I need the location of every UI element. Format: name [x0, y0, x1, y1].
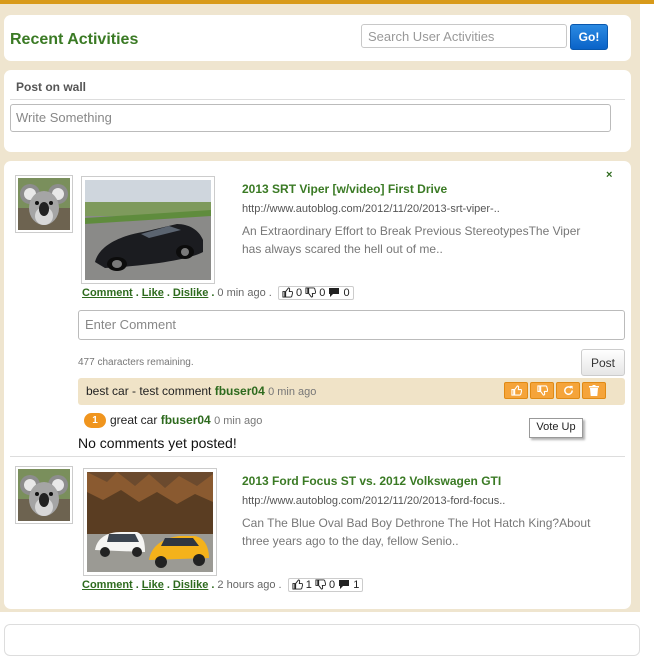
- separator: .: [211, 286, 215, 299]
- link-title[interactable]: 2013 Ford Focus ST vs. 2012 Volkswagen G…: [242, 474, 501, 488]
- thumbs-up-icon: [292, 579, 303, 590]
- comment-user-link[interactable]: fbuser04: [215, 384, 265, 398]
- vote-up-tooltip: Vote Up: [529, 418, 583, 438]
- no-comments-message: No comments yet posted!: [78, 435, 237, 451]
- separator: .: [135, 286, 139, 299]
- dislike-count: 0: [329, 579, 336, 591]
- activity-feed: × 2013 SRT Viper [w/video] First Drive h…: [4, 161, 631, 609]
- link-url[interactable]: http://www.autoblog.com/2012/11/20/2013-…: [242, 495, 505, 507]
- post-time: 2 hours ago .: [217, 578, 282, 591]
- comment-count: 1: [353, 579, 360, 591]
- post-actions: Comment. Like. Dislike. 0 min ago . 0 0 0: [82, 286, 354, 300]
- like-link[interactable]: Like: [142, 287, 164, 299]
- post-on-wall-label: Post on wall: [16, 80, 87, 94]
- comment-bubble-icon: [339, 580, 350, 589]
- thumbs-up-icon: [510, 385, 522, 396]
- search-go-button[interactable]: Go!: [570, 24, 608, 50]
- link-thumbnail[interactable]: [83, 468, 217, 576]
- post-actions: Comment. Like. Dislike. 2 hours ago . 1 0 1: [82, 578, 364, 592]
- thumbs-down-icon: [536, 385, 548, 396]
- comment-text: best car - test comment: [86, 384, 212, 398]
- dislike-count: 0: [319, 287, 326, 299]
- like-count: 0: [295, 287, 303, 299]
- thumbs-down-icon: [305, 287, 317, 298]
- page-title: Recent Activities: [10, 31, 139, 48]
- avatar[interactable]: [15, 175, 73, 233]
- thumbs-up-icon: [282, 287, 294, 298]
- comment-link[interactable]: Comment: [82, 579, 133, 591]
- comment-input[interactable]: [78, 310, 625, 340]
- post-comment-button[interactable]: Post: [581, 349, 625, 376]
- like-count: 1: [305, 579, 312, 591]
- link-url[interactable]: http://www.autoblog.com/2012/11/20/2013-…: [242, 203, 500, 215]
- link-description: Can The Blue Oval Bad Boy Dethrone The H…: [242, 516, 591, 548]
- link-description: An Extraordinary Effort to Break Previou…: [242, 224, 581, 256]
- focus-vs-gti-image: [87, 472, 213, 572]
- link-title[interactable]: 2013 SRT Viper [w/video] First Drive: [242, 182, 447, 196]
- reaction-counts: 0 0 0: [277, 286, 354, 300]
- post-time: 0 min ago .: [217, 286, 272, 299]
- divider: [10, 456, 625, 457]
- reply-text: great car: [110, 413, 158, 427]
- dislike-link[interactable]: Dislike: [173, 579, 208, 591]
- wall-post-input[interactable]: [10, 104, 611, 132]
- delete-button[interactable]: [582, 382, 606, 399]
- dislike-link[interactable]: Dislike: [173, 287, 208, 299]
- reply-user-link[interactable]: fbuser04: [161, 413, 211, 427]
- link-thumbnail[interactable]: [81, 176, 215, 284]
- comment-row: best car - test comment fbuser04 0 min a…: [78, 378, 625, 405]
- thumbs-down-icon: [315, 579, 327, 590]
- vote-down-button[interactable]: [530, 382, 554, 399]
- comment-action-buttons: [504, 382, 606, 399]
- post-on-wall-panel: Post on wall: [4, 70, 631, 152]
- comment-content: best car - test comment fbuser04 0 min a…: [86, 384, 316, 398]
- koala-avatar-image: [18, 178, 70, 230]
- comment-bubble-icon: [329, 288, 340, 297]
- koala-avatar-image: [18, 469, 70, 521]
- like-link[interactable]: Like: [142, 579, 164, 591]
- search-input[interactable]: [361, 24, 567, 48]
- activities-header: Recent Activities Go!: [4, 15, 631, 61]
- divider: [10, 99, 625, 100]
- separator: .: [211, 578, 215, 591]
- separator: .: [135, 578, 139, 591]
- avatar[interactable]: [15, 466, 73, 524]
- vote-up-button[interactable]: [504, 382, 528, 399]
- separator: .: [166, 578, 170, 591]
- reply-count-badge: 1: [84, 413, 106, 428]
- reaction-counts: 1 0 1: [287, 578, 364, 592]
- close-icon[interactable]: ×: [606, 169, 612, 181]
- comment-count: 0: [343, 287, 350, 299]
- refresh-icon: [563, 385, 573, 395]
- refresh-button[interactable]: [556, 382, 580, 399]
- comment-time: 0 min ago: [268, 386, 317, 398]
- viper-car-image: [85, 180, 211, 280]
- comment-link[interactable]: Comment: [82, 287, 133, 299]
- trash-icon: [589, 385, 599, 396]
- reply-row: great car fbuser04 0 min ago: [110, 413, 262, 427]
- reply-time: 0 min ago: [214, 415, 263, 427]
- characters-remaining: 477 characters remaining.: [78, 357, 194, 368]
- next-panel: [4, 624, 640, 656]
- separator: .: [166, 286, 170, 299]
